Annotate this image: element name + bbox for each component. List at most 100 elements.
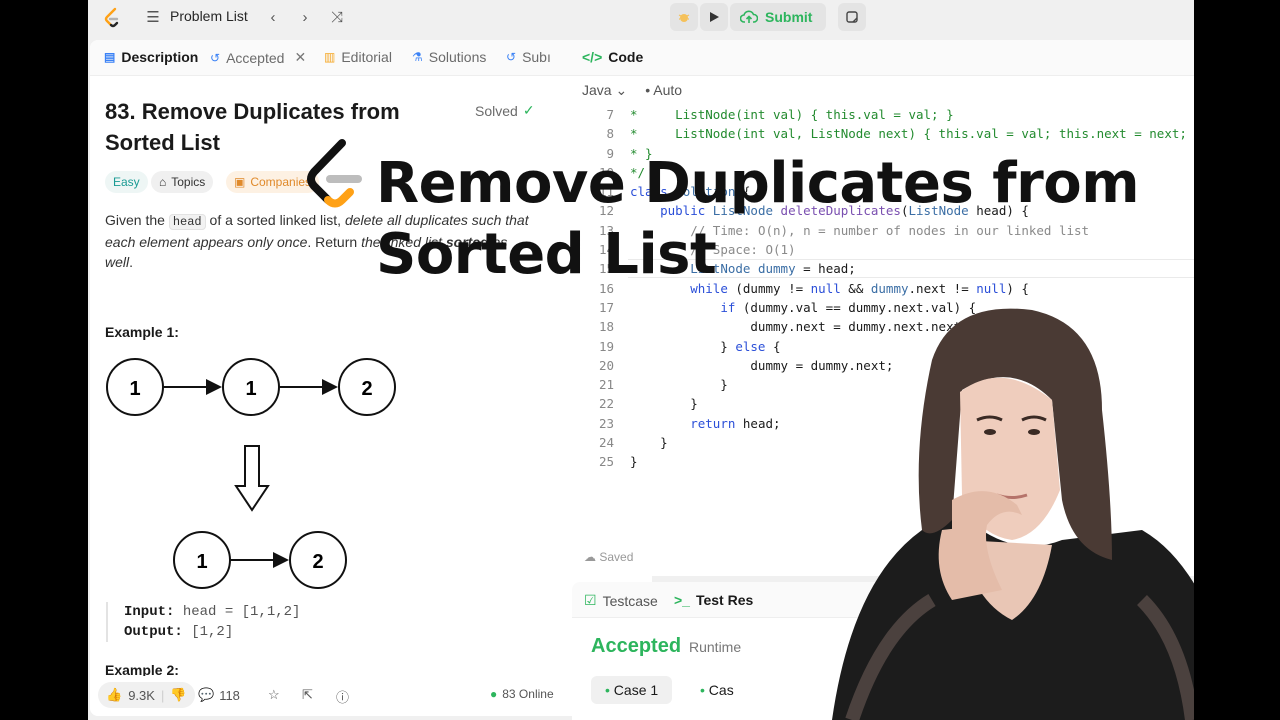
debug-button[interactable] [670,3,698,31]
cloud-upload-icon [740,10,758,23]
online-label: 83 Online [502,687,554,701]
code-panel-header: </> Code [572,40,1194,76]
desc-text: . Return [307,234,362,250]
cloud-icon: ☁ [584,550,596,564]
input-label: Input: [124,604,175,620]
input-value: head = [1,1,2] [182,604,301,620]
desc-text: of a sorted linked list, [205,212,345,228]
line-number: 22 [598,396,614,412]
tab-testcase[interactable]: ☑ Testcase [584,592,658,609]
comment-icon: 💬 [198,687,215,702]
chevron-down-icon: ⌄ [615,82,628,98]
before-list: 1 1 2 [106,358,396,416]
leetcode-window: ☰ Problem List ‹ › ⤨ Submit ▤ Descriptio… [88,0,1194,720]
tab-solutions[interactable]: ⚗ Solutions [412,49,486,65]
linked-list-diagram: 1 1 2 1 2 [106,358,396,589]
line-number: 21 [598,377,614,393]
online-count: ● 83 Online [490,687,554,701]
case-1-tab[interactable]: • Case 1 [591,676,673,704]
desc-code-head: head [168,214,206,230]
output-value: [1,2] [191,624,234,640]
tab-code[interactable]: </> Code [582,49,643,65]
presenter-photo [832,308,1194,720]
line-number: 24 [598,435,614,451]
tab-solutions-label: Solutions [428,49,487,65]
tab-accepted[interactable]: ↺ Accepted ✕ [210,49,306,66]
pass-dot-icon: • [605,682,610,698]
thumbs-up-icon[interactable]: 👍 [106,687,122,703]
description-footer: 👍 9.3K | 👎 💬 118 ☆ ⇱ ⓘ ● 83 Online [90,676,652,716]
topics-label: Topics [171,175,206,189]
flask-icon: ⚗ [412,50,423,64]
line-number: 18 [598,319,614,335]
like-count: 9.3K [128,687,155,703]
document-icon: ▤ [104,50,116,64]
example-1-io: Input: head = [1,1,2] Output: [1,2] [106,602,300,642]
online-dot-icon: ● [490,687,498,701]
run-submit-group: Submit [670,3,827,31]
after-list: 1 2 [173,531,347,589]
problem-list-label: Problem List [170,8,248,24]
chevron-right-icon[interactable]: › [296,9,314,27]
solved-label: Solved [475,102,518,119]
pass-dot-icon: • [700,682,705,698]
close-icon[interactable]: ✕ [294,49,306,66]
solved-status: Solved ✓ [475,102,535,119]
thumbs-down-icon[interactable]: 👎 [170,687,186,703]
tab-editorial-label: Editorial [341,49,392,65]
tab-submissions-label: Subı [522,49,551,65]
chevron-left-icon[interactable]: ‹ [264,9,282,27]
leetcode-logo-icon[interactable] [102,7,122,29]
editor-settings: Java ⌄ • Auto [582,82,682,99]
line-number: 19 [598,338,614,354]
notes-button[interactable] [838,3,866,31]
down-arrow-icon [234,445,270,512]
tab-editorial[interactable]: ▥ Editorial [324,49,392,65]
line-number: 8 [606,126,614,142]
code-line: 8 * ListNode(int val, ListNode next) { th… [572,124,1194,143]
line-number: 20 [598,357,614,373]
tab-accepted-label: Accepted [226,49,285,66]
share-icon[interactable]: ⇱ [302,687,313,703]
tab-description[interactable]: ▤ Description [104,49,198,65]
saved-status: ☁ Saved [584,550,633,564]
submit-label: Submit [765,9,813,25]
case-2-label: Cas [708,682,734,698]
example-1-title: Example 1: [105,324,179,340]
like-dislike-group: 👍 9.3K | 👎 [98,682,195,708]
line-number: 17 [598,299,614,315]
shuffle-icon[interactable]: ⤨ [328,9,346,27]
node-value: 1 [245,378,256,400]
tab-test-result[interactable]: >_ Test Res [674,592,753,608]
help-icon[interactable]: ⓘ [336,687,349,706]
tab-submissions[interactable]: ↺ Subı [506,49,551,65]
list-icon[interactable]: ☰ [144,9,162,27]
history-icon: ↺ [210,50,221,65]
line-number: 23 [598,415,614,431]
tab-description-label: Description [121,49,199,65]
note-icon [846,11,858,23]
desc-text: Given the [105,212,169,228]
mode-label: Auto [653,82,683,98]
comments-button[interactable]: 💬 118 [198,687,240,703]
runtime-label: Runtime [689,639,742,655]
case-1-label: Case 1 [613,682,659,698]
history-icon: ↺ [506,50,517,64]
difficulty-badge: Easy [105,171,148,193]
case-2-tab[interactable]: • Cas [686,676,748,704]
node-value: 1 [196,551,207,573]
output-label: Output: [124,624,183,640]
auto-mode[interactable]: • Auto [645,82,682,99]
star-icon[interactable]: ☆ [268,687,280,703]
topics-chip[interactable]: ⌂ Topics [151,171,214,193]
tab-code-label: Code [608,49,644,65]
run-button[interactable] [700,3,728,31]
code-line: 7 * ListNode(int val) { this.val = val; } [572,105,1194,124]
code-icon: </> [582,49,603,65]
bug-icon [678,14,690,22]
submit-button[interactable]: Submit [730,3,827,31]
play-icon [710,12,719,22]
problem-list-link[interactable]: Problem List [170,8,248,24]
language-select[interactable]: Java ⌄ [582,82,627,99]
result-status: Accepted [591,635,682,657]
